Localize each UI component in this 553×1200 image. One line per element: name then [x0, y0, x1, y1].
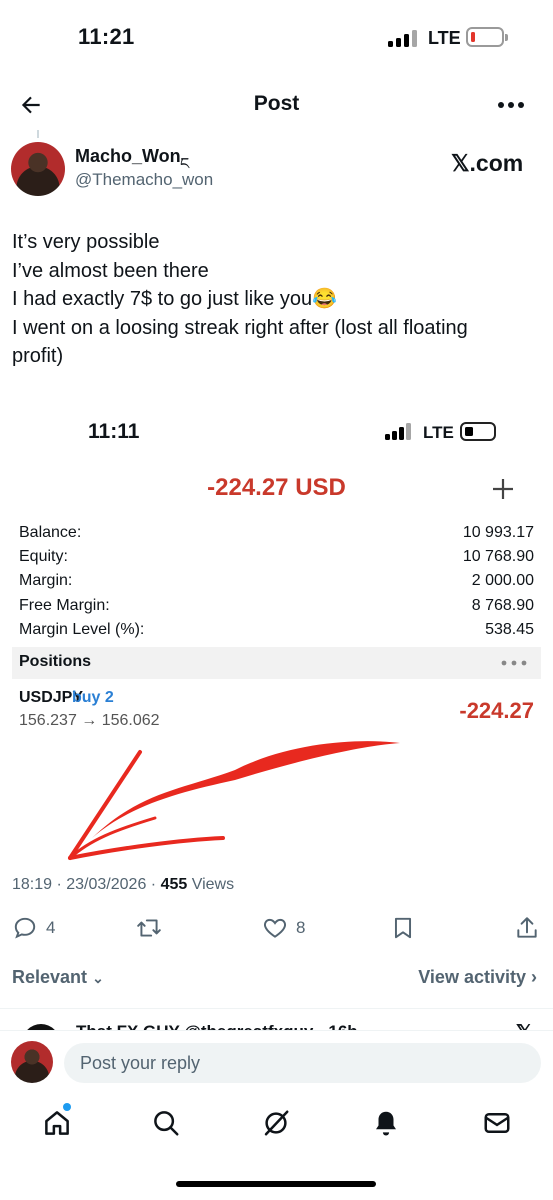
more-options-icon[interactable]: [497, 100, 525, 110]
embedded-network-label: LTE: [423, 423, 454, 442]
account-value: 2 000.00: [471, 572, 534, 589]
search-icon: [154, 1111, 179, 1136]
network-label: LTE: [428, 28, 461, 48]
position-side: buy 2: [72, 689, 114, 706]
account-value: 10 993.17: [462, 524, 534, 541]
heart-icon: [264, 918, 286, 938]
x-logo-icon: 𝕏: [516, 1020, 532, 1030]
account-label: Free Margin:: [19, 597, 110, 614]
tweet-line: I had exactly 7$ to go just like you😂: [12, 288, 338, 310]
reply-input[interactable]: [64, 1043, 541, 1083]
tab-messages[interactable]: [482, 1108, 512, 1138]
reply-composer: [0, 1030, 553, 1096]
post-meta: 18:19 · 23/03/2026 · 455 Views: [12, 876, 234, 894]
account-value: 8 768.90: [471, 597, 534, 614]
share-button[interactable]: [514, 915, 540, 943]
reply-author: That FX GUY @thegreatfxguy · 16h: [76, 1022, 358, 1030]
sort-replies-dropdown[interactable]: Relevant ⌄: [12, 967, 104, 988]
home-icon: [45, 1111, 69, 1135]
account-row-margin: Margin: 2 000.00: [19, 572, 534, 596]
views-count: 455: [160, 876, 188, 893]
account-label: Balance:: [19, 524, 82, 541]
repost-icon: [137, 919, 161, 937]
bottom-tab-bar: [0, 1100, 553, 1160]
view-activity-link[interactable]: View activity ›: [418, 967, 537, 988]
tab-home[interactable]: [42, 1108, 72, 1138]
author-name[interactable]: Macho_Won: [75, 146, 181, 167]
like-count: 8: [296, 918, 306, 937]
tweet-text: It’s very possible I’ve almost been ther…: [12, 228, 542, 371]
positions-label: Positions: [19, 653, 92, 670]
tab-grok[interactable]: [261, 1108, 291, 1138]
views-label: Views: [187, 876, 235, 893]
share-icon: [517, 917, 537, 938]
tab-notifications[interactable]: [371, 1108, 401, 1138]
repost-button[interactable]: [136, 915, 162, 943]
reply-count: 4: [46, 918, 56, 937]
author-handle[interactable]: @Themacho_won: [75, 170, 213, 190]
view-activity-label: View activity: [418, 967, 526, 987]
account-row-equity: Equity: 10 768.90: [19, 548, 534, 572]
chevron-right-icon: ›: [531, 967, 537, 987]
signal-icon: [388, 29, 418, 47]
bookmark-icon: [394, 917, 412, 939]
divider: [0, 1008, 553, 1009]
plus-icon: [493, 479, 513, 499]
hand-drawn-arrow: [68, 741, 400, 860]
reply-button[interactable]: 4: [12, 915, 55, 943]
total-profit-loss: -224.27 USD: [207, 474, 346, 501]
sort-label: Relevant: [12, 967, 88, 987]
next-reply-peek: That FX GUY @thegreatfxguy · 16h 𝕏: [22, 1020, 532, 1030]
account-label: Margin Level (%):: [19, 621, 145, 638]
position-profit-loss: -224.27: [459, 698, 534, 723]
tab-search[interactable]: [151, 1108, 181, 1138]
tweet-line: It’s very possible: [12, 231, 160, 253]
home-indicator: [176, 1181, 376, 1187]
positions-header: Positions: [12, 647, 541, 679]
post-timestamp: 18:19 · 23/03/2026 ·: [12, 876, 161, 893]
action-bar: 4 8: [0, 910, 553, 950]
reply-icon: [14, 917, 36, 939]
like-button[interactable]: 8: [262, 915, 305, 943]
account-row-margin-level: Margin Level (%): 538.45: [19, 621, 534, 645]
notification-dot: [63, 1103, 71, 1111]
account-label: Margin:: [19, 572, 73, 589]
embedded-signal-icon: [385, 423, 412, 440]
bookmark-button[interactable]: [390, 915, 416, 943]
grok-icon: [264, 1110, 289, 1136]
user-avatar: [11, 1041, 53, 1083]
author-avatar[interactable]: [11, 142, 65, 196]
chevron-down-icon: ⌄: [92, 970, 104, 986]
position-prices: 156.237 → 156.062: [19, 712, 160, 729]
page-title: Post: [253, 92, 300, 115]
account-row-balance: Balance: 10 993.17: [19, 524, 534, 548]
bell-icon: [376, 1111, 396, 1136]
more-options-icon: [501, 660, 527, 666]
status-bar: 11:21 LTE: [0, 0, 553, 76]
battery-icon: [466, 27, 508, 47]
tweet-line: I went on a loosing streak right after (…: [12, 316, 468, 368]
xcom-watermark: 𝕏.com: [451, 150, 524, 176]
embedded-status-time: 11:11: [88, 420, 140, 443]
status-time: 11:21: [78, 24, 135, 49]
tweet-line: I’ve almost been there: [12, 259, 209, 282]
account-label: Equity:: [19, 548, 68, 565]
embedded-battery-icon: [460, 422, 496, 441]
thread-line: [37, 130, 39, 138]
account-row-free-margin: Free Margin: 8 768.90: [19, 597, 534, 621]
mail-icon: [484, 1113, 510, 1133]
account-value: 538.45: [485, 621, 534, 638]
nav-header: Post: [0, 78, 553, 132]
account-value: 10 768.90: [462, 548, 534, 565]
